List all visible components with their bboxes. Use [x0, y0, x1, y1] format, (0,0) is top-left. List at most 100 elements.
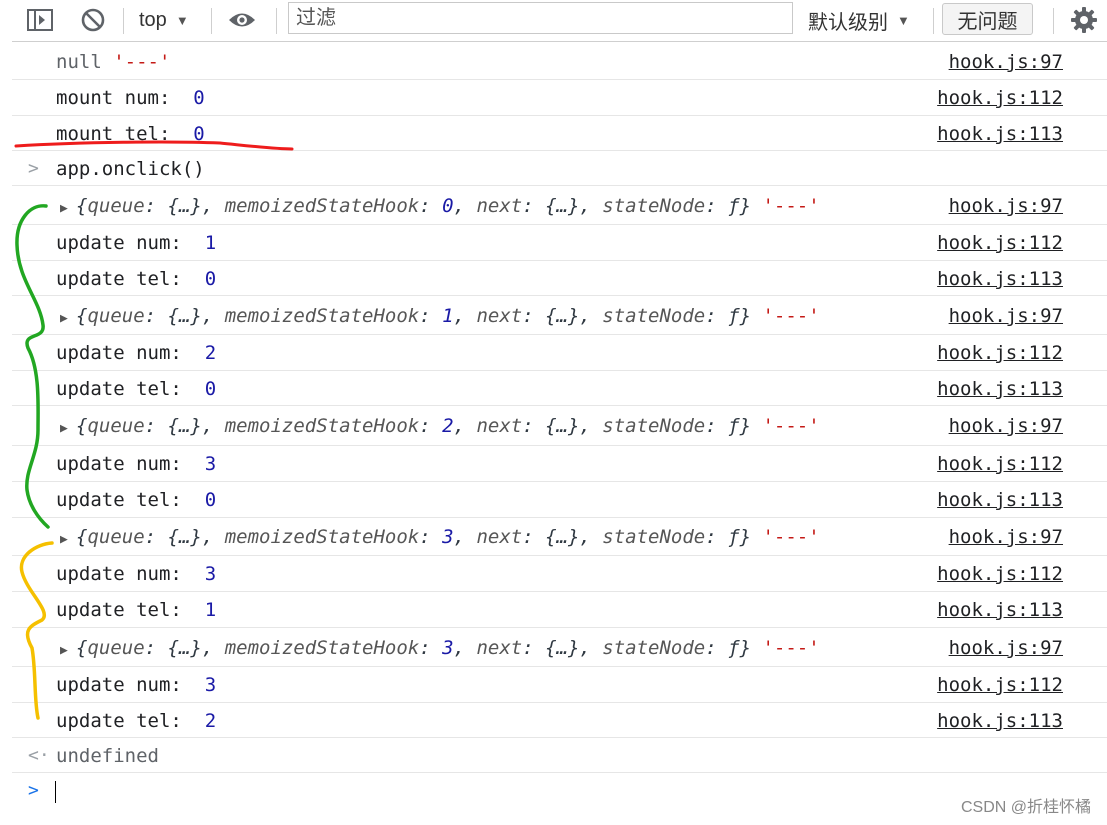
- console-message-row: <· undefined: [12, 738, 1107, 773]
- message-token: 0: [204, 489, 217, 511]
- console-message-text: update tel: 0: [56, 489, 216, 511]
- console-message-text: update tel: 2: [56, 710, 216, 732]
- console-message-text: update num: 2: [56, 342, 216, 364]
- sidebar-toggle-icon: [27, 9, 53, 31]
- source-link[interactable]: hook.js:112: [937, 563, 1063, 585]
- message-token: 0: [204, 268, 217, 290]
- object-preview[interactable]: ▶ {queue: {…}, memoizedStateHook: 3, next…: [60, 526, 820, 548]
- console-message-row: null '---' hook.js:97: [12, 44, 1107, 80]
- toolbar-divider: [123, 8, 124, 34]
- message-token: update num:: [56, 563, 205, 585]
- message-token: mount num:: [56, 87, 194, 109]
- live-expression-button[interactable]: [227, 0, 257, 40]
- expand-triangle-icon[interactable]: ▶: [60, 643, 76, 658]
- clear-console-icon: [81, 8, 105, 32]
- console-message-text: update tel: 0: [56, 378, 216, 400]
- expand-triangle-icon[interactable]: ▶: [60, 201, 76, 216]
- message-token: 1: [204, 599, 217, 621]
- object-preview[interactable]: ▶ {queue: {…}, memoizedStateHook: 3, next…: [60, 637, 820, 659]
- source-link[interactable]: hook.js:112: [937, 453, 1063, 475]
- console-message-row: update tel: 0 hook.js:113: [12, 261, 1107, 296]
- console-message-text: undefined: [56, 745, 159, 767]
- source-link[interactable]: hook.js:112: [937, 232, 1063, 254]
- source-link[interactable]: hook.js:113: [937, 489, 1063, 511]
- console-message-text: null '---': [56, 51, 170, 73]
- source-link[interactable]: hook.js:112: [937, 674, 1063, 696]
- message-token: mount tel:: [56, 123, 194, 145]
- object-preview-text: {queue: {…}, memoizedStateHook: 3, next:…: [76, 526, 752, 548]
- source-link[interactable]: hook.js:97: [949, 637, 1063, 659]
- source-link[interactable]: hook.js:112: [937, 342, 1063, 364]
- message-token: 3: [204, 453, 217, 475]
- object-preview[interactable]: ▶ {queue: {…}, memoizedStateHook: 0, next…: [60, 195, 820, 217]
- message-token: update num:: [56, 232, 205, 254]
- issues-button[interactable]: 无问题: [942, 3, 1033, 35]
- console-message-row: update tel: 1 hook.js:113: [12, 592, 1107, 628]
- console-message-text: mount tel: 0: [56, 123, 205, 145]
- message-token: update tel:: [56, 489, 205, 511]
- console-message-row: ▶ {queue: {…}, memoizedStateHook: 3, next…: [12, 518, 1107, 556]
- object-preview-text: {queue: {…}, memoizedStateHook: 3, next:…: [76, 637, 752, 659]
- console-settings-button[interactable]: [1071, 0, 1097, 40]
- context-label: top: [139, 8, 167, 31]
- source-link[interactable]: hook.js:97: [949, 415, 1063, 437]
- text-cursor: [55, 781, 56, 803]
- source-link[interactable]: hook.js:97: [949, 51, 1063, 73]
- console-message-row: update num: 1 hook.js:112: [12, 225, 1107, 261]
- console-message-row: mount tel: 0 hook.js:113: [12, 116, 1107, 151]
- prompt-chevron-icon: >: [28, 780, 39, 801]
- filter-field[interactable]: [288, 2, 806, 34]
- chevron-down-icon: ▼: [175, 12, 189, 28]
- message-token: 0: [193, 87, 205, 109]
- source-link[interactable]: hook.js:113: [937, 378, 1063, 400]
- source-link[interactable]: hook.js:113: [937, 123, 1063, 145]
- sidebar-toggle-button[interactable]: [26, 0, 54, 40]
- source-link[interactable]: hook.js:112: [937, 87, 1063, 109]
- log-level-selector[interactable]: 默认级别 ▼: [808, 0, 910, 40]
- expand-triangle-icon[interactable]: ▶: [60, 311, 76, 326]
- console-message-row: update tel: 2 hook.js:113: [12, 703, 1107, 738]
- console-message-row: update num: 3 hook.js:112: [12, 556, 1107, 592]
- console-message-text: app.onclick(): [56, 158, 205, 180]
- message-token: update tel:: [56, 268, 205, 290]
- separator-string: '---': [762, 526, 820, 548]
- separator-string: '---': [762, 195, 820, 217]
- chevron-down-icon: ▼: [897, 12, 910, 28]
- console-message-row: update num: 3 hook.js:112: [12, 446, 1107, 482]
- context-selector[interactable]: top ▼: [139, 0, 189, 40]
- source-link[interactable]: hook.js:97: [949, 195, 1063, 217]
- source-link[interactable]: hook.js:97: [949, 305, 1063, 327]
- source-link[interactable]: hook.js:113: [937, 268, 1063, 290]
- source-link[interactable]: hook.js:113: [937, 599, 1063, 621]
- console-message-row: update num: 3 hook.js:112: [12, 667, 1107, 703]
- message-token: 1: [204, 232, 217, 254]
- message-token: 3: [204, 563, 217, 585]
- console-message-text: update num: 3: [56, 674, 216, 696]
- console-message-text: update tel: 1: [56, 599, 216, 621]
- memoized-state-value: 3: [442, 637, 454, 659]
- log-level-label: 默认级别: [808, 11, 888, 34]
- filter-input[interactable]: [289, 3, 806, 33]
- clear-console-button[interactable]: [80, 0, 106, 40]
- console-message-row: ▶ {queue: {…}, memoizedStateHook: 2, next…: [12, 406, 1107, 446]
- console-prompt-row[interactable]: >: [12, 773, 1107, 813]
- object-preview[interactable]: ▶ {queue: {…}, memoizedStateHook: 2, next…: [60, 415, 820, 437]
- gear-icon: [1071, 7, 1097, 33]
- expand-triangle-icon[interactable]: ▶: [60, 421, 76, 436]
- expand-triangle-icon[interactable]: ▶: [60, 532, 76, 547]
- console-message-row: update num: 2 hook.js:112: [12, 335, 1107, 371]
- memoized-state-value: 2: [442, 415, 454, 437]
- result-arrow-icon: <·: [28, 745, 50, 766]
- toolbar-divider: [211, 8, 212, 34]
- object-preview[interactable]: ▶ {queue: {…}, memoizedStateHook: 1, next…: [60, 305, 820, 327]
- source-link[interactable]: hook.js:113: [937, 710, 1063, 732]
- source-link[interactable]: hook.js:97: [949, 526, 1063, 548]
- message-token: update num:: [56, 674, 205, 696]
- separator-string: '---': [762, 415, 820, 437]
- object-preview-text: {queue: {…}, memoizedStateHook: 1, next:…: [76, 305, 752, 327]
- memoized-state-value: 0: [442, 195, 454, 217]
- message-token: update tel:: [56, 599, 205, 621]
- console-message-row: ▶ {queue: {…}, memoizedStateHook: 1, next…: [12, 296, 1107, 335]
- console-message-text: update num: 1: [56, 232, 216, 254]
- console-message-text: mount num: 0: [56, 87, 205, 109]
